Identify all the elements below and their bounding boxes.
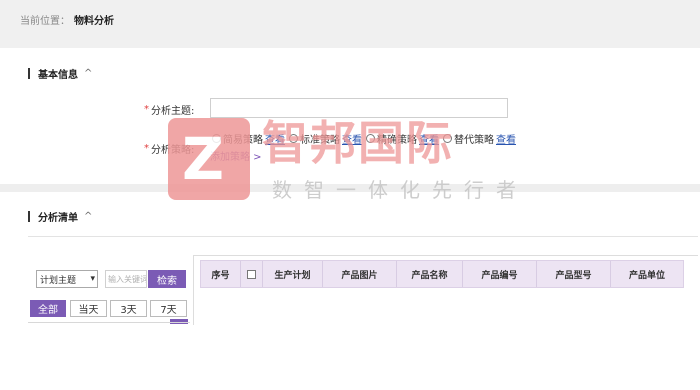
divider (28, 236, 698, 237)
section-marker (28, 68, 30, 79)
subject-input[interactable] (210, 98, 508, 118)
breadcrumb-bar: 当前位置： 物料分析 (0, 0, 700, 48)
required-mark: * (144, 143, 149, 154)
breadcrumb-label: 当前位置： (20, 16, 70, 27)
column-header-plan: 生产计划 (263, 261, 323, 287)
section-analysis-list[interactable]: 分析清单 ^ (28, 209, 92, 224)
select-value: 计划主题 (40, 275, 77, 286)
section-title: 基本信息 (38, 70, 78, 81)
chevron-down-icon: ▾ (90, 274, 95, 284)
subject-row: * 分析主题: (144, 102, 194, 117)
column-header-index: 序号 (201, 261, 241, 287)
watermark-logo-letter: Z (182, 125, 225, 193)
plan-filter-select[interactable]: 计划主题 ▾ (36, 270, 98, 288)
watermark-name: 智邦国际 (262, 116, 454, 170)
column-header-unit: 产品单位 (628, 270, 665, 281)
watermark-logo: Z (168, 118, 250, 200)
column-header-model: 产品型号 (537, 261, 611, 287)
search-button[interactable]: 检索 (148, 270, 186, 288)
panel-border (28, 322, 190, 323)
subject-label: 分析主题: (151, 106, 195, 117)
section-title: 分析清单 (38, 213, 78, 224)
table-header: 序号 生产计划 产品图片 产品名称 产品编号 产品型号 产品单位 (200, 260, 684, 288)
chevron-up-icon[interactable]: ^ (84, 68, 92, 79)
breadcrumb: 当前位置： 物料分析 (20, 12, 114, 27)
column-header-select[interactable] (241, 261, 263, 287)
keyword-input[interactable]: 输入关键词 (105, 270, 147, 288)
strategy-label: 替代策略 (454, 135, 494, 146)
range-today-button[interactable]: 当天 (70, 300, 107, 317)
column-header-image: 产品图片 (323, 261, 397, 287)
breadcrumb-current: 物料分析 (74, 16, 114, 27)
select-all-checkbox[interactable] (247, 269, 256, 279)
range-7day-button[interactable]: 7天 (150, 300, 187, 317)
column-header-name: 产品名称 (397, 261, 463, 287)
section-marker (28, 211, 30, 222)
section-basic-info[interactable]: 基本信息 ^ (28, 66, 92, 81)
view-link[interactable]: 查看 (496, 131, 516, 146)
chevron-up-icon[interactable]: ^ (84, 211, 92, 222)
range-all-button[interactable]: 全部 (30, 300, 66, 317)
range-3day-button[interactable]: 3天 (110, 300, 147, 317)
watermark-slogan: 数智一体化先行者 (272, 178, 528, 202)
column-header-code: 产品编号 (463, 261, 537, 287)
required-mark: * (144, 104, 149, 115)
